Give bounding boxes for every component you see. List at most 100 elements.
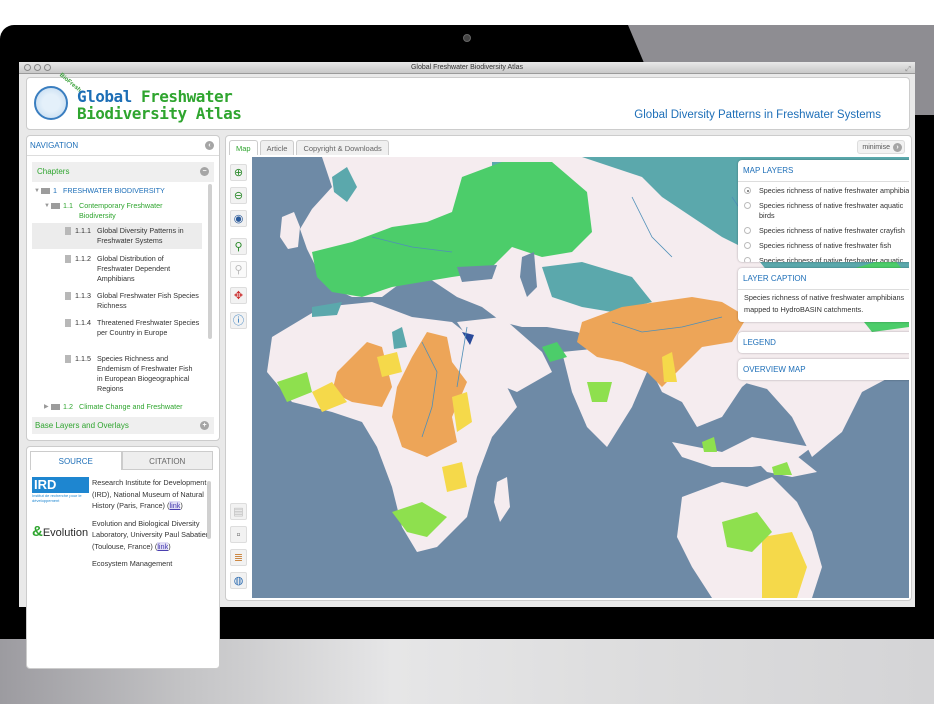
- info-icon[interactable]: ⓘ: [230, 312, 247, 329]
- tree-item-1-1-4[interactable]: 1.1.4 Threatened Freshwater Species per …: [65, 318, 200, 338]
- expand-arrow-icon[interactable]: ▼: [44, 201, 51, 221]
- collapse-left-icon[interactable]: ‹: [205, 141, 214, 150]
- land-madagascar: [494, 477, 510, 522]
- overview-map-header[interactable]: OVERVIEW MAP ˅: [738, 359, 909, 380]
- radio[interactable]: [744, 242, 751, 249]
- map-layers-list: Species richness of native freshwater am…: [738, 181, 909, 262]
- brand-line-2: Biodiversity Atlas: [77, 104, 242, 123]
- overview-map-panel[interactable]: OVERVIEW MAP ˅: [738, 359, 909, 380]
- biofresh-logo[interactable]: [34, 86, 68, 120]
- window-title: Global Freshwater Biodiversity Atlas: [410, 64, 524, 71]
- close-window-button[interactable]: [24, 64, 31, 71]
- layer-option-aquatic-mammals[interactable]: Species richness of native freshwater aq…: [744, 256, 909, 262]
- tab-citation[interactable]: CITATION: [121, 451, 213, 470]
- document-icon: [65, 319, 71, 327]
- navigation-panel: NAVIGATION ‹ Chapters − ▼ 1 FRESHWATER B…: [26, 135, 220, 441]
- legend-header[interactable]: LEGEND ˅: [738, 332, 909, 353]
- tab-source[interactable]: SOURCE: [30, 451, 122, 470]
- window-titlebar: Global Freshwater Biodiversity Atlas ⤢: [19, 62, 915, 74]
- radio[interactable]: [744, 257, 751, 262]
- tree-label: Global Diversity Patterns in Freshwater …: [97, 226, 184, 245]
- tree-scrollbar[interactable]: [208, 184, 212, 339]
- tree-num: 1.1.5: [75, 354, 91, 363]
- ird-logo-sub: Institut de recherche pour le développem…: [32, 493, 82, 503]
- zoom-in-icon[interactable]: ⊕: [230, 164, 247, 181]
- document-icon: [65, 292, 71, 300]
- camera-icon: [463, 34, 471, 42]
- map-layers-panel: MAP LAYERS ˄ Species richness of native …: [738, 160, 909, 262]
- tree-num: 1: [53, 186, 57, 195]
- navigation-header: NAVIGATION ‹: [27, 136, 219, 156]
- layer-option-fish[interactable]: Species richness of native freshwater fi…: [744, 241, 909, 251]
- chapters-header[interactable]: Chapters −: [32, 162, 214, 182]
- site-title[interactable]: Global Freshwater Biodiversity Atlas: [77, 88, 242, 123]
- base-layers-section[interactable]: Base Layers and Overlays +: [32, 417, 214, 434]
- chapters-label: Chapters: [37, 167, 70, 176]
- tree-label: FRESHWATER BIODIVERSITY: [63, 186, 165, 195]
- source-link[interactable]: link: [157, 541, 169, 551]
- layer-option-amphibians[interactable]: Species richness of native freshwater am…: [744, 186, 909, 196]
- collapse-chapters-icon[interactable]: −: [200, 167, 209, 176]
- expand-arrow-icon[interactable]: ▶: [44, 402, 51, 412]
- document-icon[interactable]: ▤: [230, 503, 247, 520]
- tree-item-1-1-3[interactable]: 1.1.3 Global Freshwater Fish Species Ric…: [65, 291, 200, 311]
- expand-base-layers-icon[interactable]: +: [200, 421, 209, 430]
- tab-copyright-downloads[interactable]: Copyright & Downloads: [296, 140, 389, 155]
- folder-icon: [41, 188, 50, 194]
- minimise-button[interactable]: minimise ›: [857, 140, 905, 154]
- document-icon: [65, 355, 71, 363]
- layer-option-aquatic-birds[interactable]: Species richness of native freshwater aq…: [744, 201, 909, 221]
- pan-icon[interactable]: ✥: [230, 287, 247, 304]
- source-scrollbar[interactable]: [207, 481, 211, 539]
- tree-item-1-2[interactable]: ▶ 1.2 Climate Change and Freshwater: [44, 402, 209, 412]
- tree-item-1-1-1[interactable]: 1.1.1 Global Diversity Patterns in Fresh…: [32, 223, 202, 249]
- zoom-next-icon[interactable]: ⚲: [230, 261, 247, 278]
- source-text: Evolution and Biological Diversity Labor…: [92, 518, 209, 551]
- source-panel: SOURCE CITATION IRD Institut de recherch…: [26, 446, 220, 669]
- radio-selected[interactable]: [744, 187, 751, 194]
- window-controls: [24, 64, 51, 71]
- map-canvas[interactable]: MAP LAYERS ˄ Species richness of native …: [252, 157, 909, 598]
- expand-arrow-icon[interactable]: ▼: [34, 186, 41, 196]
- source-text: Research Institute for Development (IRD)…: [92, 478, 207, 510]
- tree-label: Species Richness and Endemism of Freshwa…: [97, 354, 193, 393]
- chapter-tree: ▼ 1 FRESHWATER BIODIVERSITY ▼ 1.1 Contem…: [32, 182, 214, 417]
- tree-num: 1.2: [63, 402, 73, 411]
- source-desc: Evolution and Biological Diversity Labor…: [92, 518, 209, 551]
- minimize-window-button[interactable]: [34, 64, 41, 71]
- source-list: IRD Institut de recherche pour le dévelo…: [32, 477, 212, 667]
- radio[interactable]: [744, 227, 751, 234]
- source-link[interactable]: link: [169, 501, 181, 510]
- tree-label: Climate Change and Freshwater: [79, 402, 183, 411]
- layer-caption-header[interactable]: LAYER CAPTION ˄: [738, 268, 909, 289]
- evo-logo-text: Evolution: [42, 526, 89, 539]
- folder-icon: [51, 203, 60, 209]
- globe-icon[interactable]: ◍: [230, 572, 247, 589]
- tree-item-1[interactable]: ▼ 1 FRESHWATER BIODIVERSITY: [34, 186, 204, 196]
- fullscreen-icon[interactable]: ⤢: [905, 64, 911, 76]
- source-desc: Ecosystem Management: [92, 559, 173, 568]
- radio[interactable]: [744, 202, 751, 209]
- zoom-previous-icon[interactable]: ⚲: [230, 238, 247, 255]
- layer-caption-title: LAYER CAPTION: [743, 274, 807, 283]
- tab-article[interactable]: Article: [259, 140, 295, 155]
- layer-caption-panel: LAYER CAPTION ˄ Species richness of nati…: [738, 268, 909, 322]
- legend-document-icon[interactable]: ≣: [230, 549, 247, 566]
- map-layers-header[interactable]: MAP LAYERS ˄: [738, 160, 909, 181]
- tree-item-1-1[interactable]: ▼ 1.1 Contemporary Freshwater Biodiversi…: [44, 201, 194, 221]
- source-item: IRD Institut de recherche pour le dévelo…: [32, 477, 212, 512]
- tree-num: 1.1.3: [75, 291, 91, 300]
- zoom-out-icon[interactable]: ⊖: [230, 187, 247, 204]
- zoom-extent-icon[interactable]: ◉: [230, 210, 247, 227]
- tree-item-1-1-5[interactable]: 1.1.5 Species Richness and Endemism of F…: [65, 354, 200, 394]
- legend-panel[interactable]: LEGEND ˅: [738, 332, 909, 353]
- layer-option-crayfish[interactable]: Species richness of native freshwater cr…: [744, 226, 909, 236]
- map-panel: Map Article Copyright & Downloads minimi…: [225, 135, 912, 601]
- tree-item-1-1-2[interactable]: 1.1.2 Global Distribution of Freshwater …: [65, 254, 200, 284]
- tree-label: Global Distribution of Freshwater Depend…: [97, 254, 171, 283]
- tab-map[interactable]: Map: [229, 140, 258, 155]
- print-icon[interactable]: ▫: [230, 526, 247, 543]
- zoom-window-button[interactable]: [44, 64, 51, 71]
- tree-label: Threatened Freshwater Species per Countr…: [97, 318, 200, 337]
- ird-logo: IRD Institut de recherche pour le dévelo…: [32, 477, 92, 512]
